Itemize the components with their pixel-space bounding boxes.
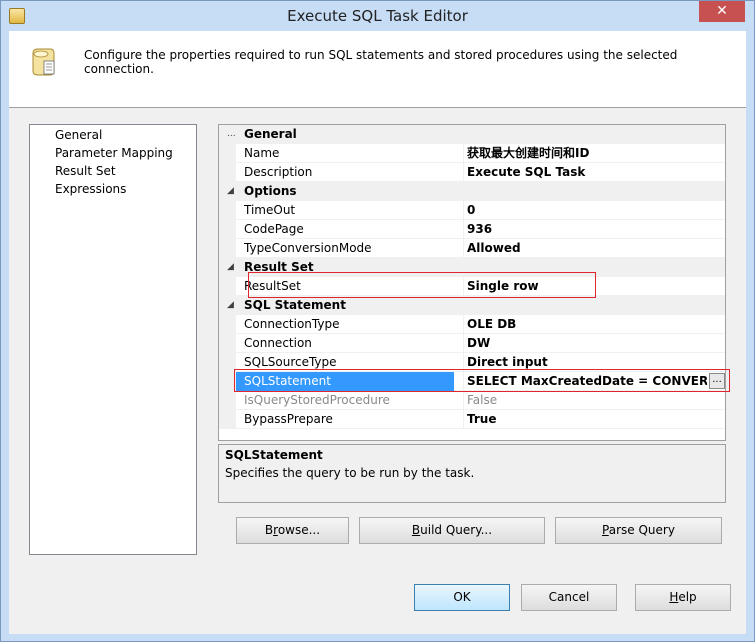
collapse-icon[interactable]: ◢ xyxy=(227,182,234,201)
property-name: CodePage xyxy=(244,222,304,236)
close-button[interactable]: ✕ xyxy=(699,1,745,22)
header-description: Configure the properties required to run… xyxy=(84,48,678,76)
category-label: General xyxy=(244,127,297,141)
property-value[interactable]: 获取最大创建时间和ID xyxy=(467,144,722,163)
category-options[interactable]: ◢ Options xyxy=(219,182,725,201)
category-general[interactable]: ... General xyxy=(219,125,725,144)
collapse-icon[interactable]: ... xyxy=(227,125,236,144)
property-name: Name xyxy=(244,146,280,160)
property-row-timeout[interactable]: TimeOut 0 xyxy=(219,201,725,220)
task-icon xyxy=(32,48,55,76)
property-row-bypassprepare[interactable]: BypassPrepare True xyxy=(219,410,725,429)
collapse-icon[interactable]: ◢ xyxy=(227,296,234,315)
ok-button[interactable]: OK xyxy=(414,584,510,611)
property-value: False xyxy=(467,393,498,407)
window-title: Execute SQL Task Editor xyxy=(287,7,468,25)
property-name: IsQueryStoredProcedure xyxy=(244,393,390,407)
header-area: Configure the properties required to run… xyxy=(9,31,746,107)
property-row-isquerystoredprocedure[interactable]: IsQueryStoredProcedure False xyxy=(219,391,725,410)
close-icon: ✕ xyxy=(716,3,728,19)
property-row-description[interactable]: Description Execute SQL Task xyxy=(219,163,725,182)
title-bar[interactable]: Execute SQL Task Editor ✕ xyxy=(1,1,754,31)
annotation-box-sqlstatement xyxy=(234,369,730,392)
description-pane: SQLStatement Specifies the query to be r… xyxy=(218,444,726,503)
annotation-box-resultset xyxy=(248,272,596,298)
category-sql-statement[interactable]: ◢ SQL Statement xyxy=(219,296,725,315)
property-name: Connection xyxy=(244,336,312,350)
description-title: SQLStatement xyxy=(225,448,323,462)
property-value[interactable]: True xyxy=(467,410,722,429)
property-value[interactable]: DW xyxy=(467,334,722,353)
property-row-codepage[interactable]: CodePage 936 xyxy=(219,220,725,239)
help-button[interactable]: Help xyxy=(635,584,731,611)
browse-button[interactable]: Browse... xyxy=(236,517,349,544)
cancel-button[interactable]: Cancel xyxy=(521,584,617,611)
description-text: Specifies the query to be run by the tas… xyxy=(225,466,475,480)
property-value[interactable]: 936 xyxy=(467,220,722,239)
property-value[interactable]: OLE DB xyxy=(467,315,722,334)
dialog-window: Execute SQL Task Editor ✕ Configure the … xyxy=(0,0,755,642)
property-name: ConnectionType xyxy=(244,317,340,331)
property-row-connection[interactable]: Connection DW xyxy=(219,334,725,353)
collapse-icon[interactable]: ◢ xyxy=(227,258,234,277)
parse-query-button[interactable]: Parse Query xyxy=(555,517,722,544)
property-value[interactable]: Execute SQL Task xyxy=(467,163,722,182)
dialog-client: Configure the properties required to run… xyxy=(9,31,746,634)
category-label: Options xyxy=(244,184,297,198)
nav-item-general[interactable]: General xyxy=(55,126,102,144)
property-value[interactable]: Allowed xyxy=(467,239,722,258)
page-list[interactable]: General Parameter Mapping Result Set Exp… xyxy=(29,124,197,555)
property-row-typeconversionmode[interactable]: TypeConversionMode Allowed xyxy=(219,239,725,258)
build-query-button[interactable]: Build Query... xyxy=(359,517,545,544)
header-separator xyxy=(9,107,746,108)
property-name: Description xyxy=(244,165,313,179)
property-row-connectiontype[interactable]: ConnectionType OLE DB xyxy=(219,315,725,334)
nav-item-parameter-mapping[interactable]: Parameter Mapping xyxy=(55,144,173,162)
nav-item-expressions[interactable]: Expressions xyxy=(55,180,126,198)
property-row-name[interactable]: Name 获取最大创建时间和ID xyxy=(219,144,725,163)
property-name: TypeConversionMode xyxy=(244,241,372,255)
property-name: TimeOut xyxy=(244,203,296,217)
property-value[interactable]: 0 xyxy=(467,201,722,220)
property-name: BypassPrepare xyxy=(244,412,333,426)
nav-item-result-set[interactable]: Result Set xyxy=(55,162,116,180)
category-label: SQL Statement xyxy=(244,298,346,312)
